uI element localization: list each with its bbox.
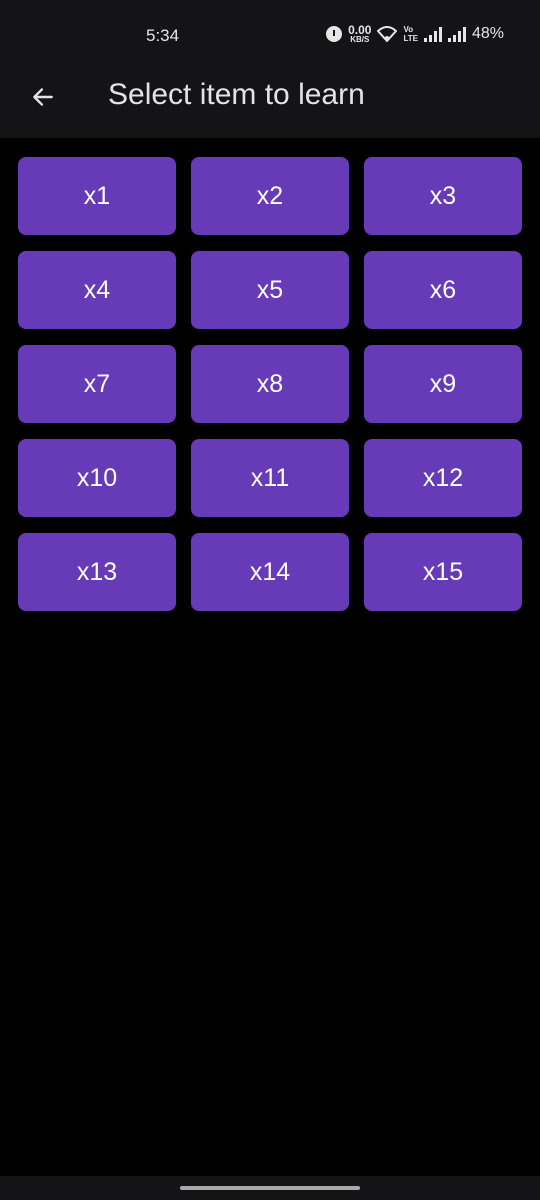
item-button-x12[interactable]: x12 <box>364 439 522 517</box>
signal-icon <box>447 26 466 42</box>
volte-bottom: LTE <box>403 34 418 43</box>
item-button-x7[interactable]: x7 <box>18 345 176 423</box>
item-button-x14[interactable]: x14 <box>191 533 349 611</box>
page-title: Select item to learn <box>108 78 365 111</box>
item-button-x2[interactable]: x2 <box>191 157 349 235</box>
status-icons: 0.00 KB/S Vo LTE 48% <box>326 24 504 44</box>
item-button-x8[interactable]: x8 <box>191 345 349 423</box>
arrow-back-icon <box>33 88 53 106</box>
item-grid: x1 x2 x3 x4 x5 x6 x7 x8 x9 x10 x11 x12 x… <box>18 157 522 611</box>
item-button-x13[interactable]: x13 <box>18 533 176 611</box>
item-button-x9[interactable]: x9 <box>364 345 522 423</box>
item-button-x6[interactable]: x6 <box>364 251 522 329</box>
item-button-x11[interactable]: x11 <box>191 439 349 517</box>
back-button[interactable] <box>22 76 64 118</box>
status-bar: 5:34 0.00 KB/S Vo LTE 48% <box>0 0 540 62</box>
alarm-icon <box>326 26 343 42</box>
network-speed-unit: KB/S <box>350 35 370 44</box>
item-button-x1[interactable]: x1 <box>18 157 176 235</box>
item-button-x10[interactable]: x10 <box>18 439 176 517</box>
volte-indicator: Vo LTE <box>403 25 418 43</box>
wifi-icon <box>377 26 398 42</box>
signal-icon <box>423 26 442 42</box>
item-button-x3[interactable]: x3 <box>364 157 522 235</box>
status-time: 5:34 <box>146 26 180 45</box>
home-indicator[interactable] <box>180 1186 360 1190</box>
item-button-x15[interactable]: x15 <box>364 533 522 611</box>
navigation-bar <box>0 1176 540 1200</box>
battery-level: 48% <box>471 25 504 42</box>
item-button-x5[interactable]: x5 <box>191 251 349 329</box>
item-button-x4[interactable]: x4 <box>18 251 176 329</box>
network-speed: 0.00 KB/S <box>348 24 371 44</box>
app-bar: Select item to learn <box>0 62 540 138</box>
volte-top: Vo <box>403 25 414 34</box>
